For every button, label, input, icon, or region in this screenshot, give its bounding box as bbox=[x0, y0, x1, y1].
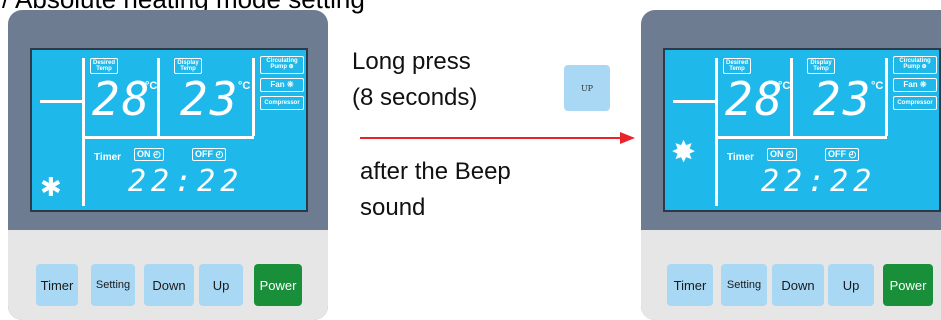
desired-temp-value: 28 bbox=[92, 72, 152, 126]
circulating-pump-tag: Circulating Pump ⊕ bbox=[260, 56, 304, 74]
power-button[interactable]: Power bbox=[883, 264, 933, 306]
compressor-tag: Compressor bbox=[260, 96, 304, 110]
timer-on-chip: ON ◴ bbox=[134, 148, 164, 161]
timer-button[interactable]: Timer bbox=[667, 264, 713, 306]
fan-tag: Fan ❊ bbox=[260, 78, 304, 92]
down-button[interactable]: Down bbox=[772, 264, 824, 306]
up-button[interactable]: Up bbox=[828, 264, 874, 306]
timer-clock: 22:22 bbox=[761, 164, 877, 199]
setting-button[interactable]: Setting bbox=[721, 264, 767, 306]
setting-button[interactable]: Setting bbox=[91, 264, 135, 306]
display-temp-value: 23 bbox=[813, 72, 873, 126]
down-button[interactable]: Down bbox=[144, 264, 194, 306]
snowflake-icon: ✱ bbox=[40, 172, 62, 202]
compressor-tag: Compressor bbox=[893, 96, 937, 110]
timer-off-chip: OFF ◴ bbox=[192, 148, 227, 161]
sun-icon: ✸ bbox=[671, 136, 697, 169]
instruction-line-2: (8 seconds) bbox=[352, 84, 478, 111]
arrow-icon bbox=[360, 132, 635, 144]
timer-on-chip: ON ◴ bbox=[767, 148, 797, 161]
desired-temp-value: 28 bbox=[725, 72, 785, 126]
up-button[interactable]: Up bbox=[199, 264, 243, 306]
up-button-illustration: UP bbox=[564, 65, 610, 111]
power-button[interactable]: Power bbox=[254, 264, 302, 306]
timer-label: Timer bbox=[94, 152, 122, 163]
lcd-display: Desired Temp Display Temp 28 °C 23 °C Ci… bbox=[663, 48, 941, 212]
instruction-line-3: after the Beep bbox=[360, 158, 511, 185]
controller-after: Desired Temp Display Temp 28 °C 23 °C Ci… bbox=[641, 10, 941, 320]
circulating-pump-tag: Circulating Pump ⊕ bbox=[893, 56, 937, 74]
display-temp-unit: °C bbox=[871, 80, 884, 92]
timer-button[interactable]: Timer bbox=[36, 264, 78, 306]
lcd-display: Desired Temp Display Temp 28 °C 23 °C Ci… bbox=[30, 48, 308, 212]
keypad: Timer Setting Down Up Power bbox=[641, 230, 941, 320]
desired-temp-unit: °C bbox=[145, 80, 158, 92]
instruction-line-1: Long press bbox=[352, 48, 471, 75]
display-temp-value: 23 bbox=[180, 72, 240, 126]
timer-off-chip: OFF ◴ bbox=[825, 148, 860, 161]
timer-clock: 22:22 bbox=[128, 164, 244, 199]
instruction-line-4: sound bbox=[360, 194, 426, 221]
desired-temp-unit: °C bbox=[778, 80, 791, 92]
timer-label: Timer bbox=[727, 152, 755, 163]
fan-tag: Fan ❊ bbox=[893, 78, 937, 92]
controller-before: Desired Temp Display Temp 28 °C 23 °C Ci… bbox=[8, 10, 328, 320]
keypad: Timer Setting Down Up Power bbox=[8, 230, 328, 320]
display-temp-unit: °C bbox=[238, 80, 251, 92]
